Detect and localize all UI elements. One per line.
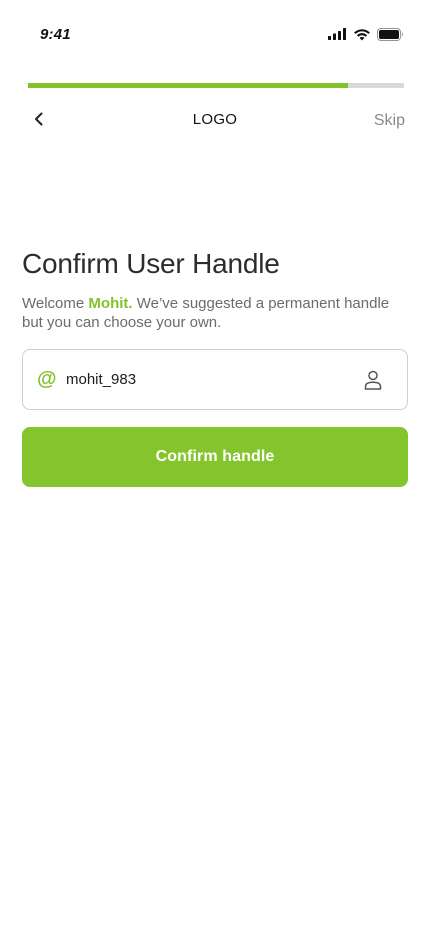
user-icon xyxy=(363,369,383,391)
handle-field[interactable]: @ xyxy=(22,349,408,410)
confirm-handle-button[interactable]: Confirm handle xyxy=(22,427,408,487)
status-icons xyxy=(328,26,404,42)
user-name: Mohit. xyxy=(88,295,133,312)
status-time: 9:41 xyxy=(40,26,71,43)
confirm-handle-screen: 9:41 LOGO Skip Confirm User Handle Welco… xyxy=(0,0,430,932)
at-icon: @ xyxy=(37,368,57,390)
subtitle-prefix: Welcome xyxy=(22,295,89,312)
status-bar: 9:41 xyxy=(0,0,430,60)
wifi-icon xyxy=(353,28,371,41)
progress-fill xyxy=(28,83,348,88)
onboarding-progress-bar xyxy=(28,83,404,88)
handle-input[interactable] xyxy=(66,366,346,392)
nav-header: LOGO Skip xyxy=(0,104,430,136)
battery-icon xyxy=(377,27,404,41)
page-subtitle: Welcome Mohit. We’ve suggested a permane… xyxy=(22,294,408,332)
signal-icon xyxy=(328,28,347,40)
logo: LOGO xyxy=(192,111,238,128)
skip-button[interactable]: Skip xyxy=(374,112,405,130)
page-title: Confirm User Handle xyxy=(22,248,280,279)
